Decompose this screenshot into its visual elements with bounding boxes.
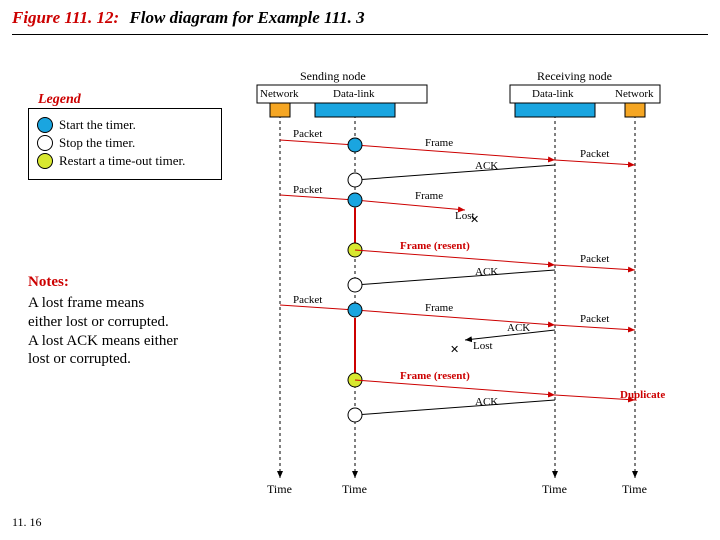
- box-datalink-left: Data-link: [333, 88, 375, 100]
- lbl-lost: Lost: [473, 340, 493, 352]
- lbl-ack: ACK: [475, 396, 498, 408]
- notes-body: A lost frame means either lost or corrup…: [28, 294, 208, 369]
- lbl-frame-resent: Frame (resent): [400, 370, 470, 382]
- lbl-packet: Packet: [293, 184, 322, 196]
- legend-row-start: Start the timer.: [37, 117, 213, 133]
- page-number: 11. 16: [12, 515, 42, 530]
- lbl-ack: ACK: [475, 266, 498, 278]
- lbl-time: Time: [267, 482, 292, 497]
- lbl-frame: Frame: [415, 190, 443, 202]
- box-network-left: Network: [260, 88, 299, 100]
- legend-row-stop: Stop the timer.: [37, 135, 213, 151]
- notes-line: A lost ACK means either: [28, 333, 178, 349]
- timer-start-icon: [37, 117, 53, 133]
- notes-line: either lost or corrupted.: [28, 314, 169, 330]
- lbl-frame-resent: Frame (resent): [400, 240, 470, 252]
- lbl-ack: ACK: [475, 160, 498, 172]
- notes-line: lost or corrupted.: [28, 351, 131, 367]
- header-receiving: Receiving node: [537, 69, 612, 84]
- box-network-right: Network: [615, 88, 654, 100]
- notes-title: Notes:: [28, 274, 69, 291]
- lbl-frame: Frame: [425, 137, 453, 149]
- diagram-svg: ✕ ✕: [225, 60, 695, 500]
- timer-restart-icon: [37, 153, 53, 169]
- lbl-packet: Packet: [293, 128, 322, 140]
- legend-label: Restart a time-out timer.: [59, 153, 185, 169]
- notes-line: A lost frame means: [28, 295, 144, 311]
- lbl-packet: Packet: [580, 148, 609, 160]
- legend-label: Stop the timer.: [59, 135, 135, 151]
- lbl-time: Time: [342, 482, 367, 497]
- lbl-packet: Packet: [580, 253, 609, 265]
- legend-row-restart: Restart a time-out timer.: [37, 153, 213, 169]
- legend-title: Legend: [38, 92, 81, 108]
- figure-caption: Flow diagram for Example 111. 3: [129, 8, 364, 27]
- legend-box: Start the timer. Stop the timer. Restart…: [28, 108, 222, 180]
- figure-number: Figure 111. 12:: [12, 8, 119, 27]
- lbl-time: Time: [542, 482, 567, 497]
- timer-stop-icon: [37, 135, 53, 151]
- title-underline: [12, 34, 708, 35]
- svg-text:✕: ✕: [450, 344, 459, 356]
- lbl-duplicate: Duplicate: [620, 389, 665, 401]
- lbl-ack: ACK: [507, 322, 530, 334]
- lbl-packet: Packet: [580, 313, 609, 325]
- figure-title: Figure 111. 12: Flow diagram for Example…: [12, 8, 365, 28]
- header-sending: Sending node: [300, 69, 366, 84]
- box-datalink-right: Data-link: [532, 88, 574, 100]
- legend-label: Start the timer.: [59, 117, 136, 133]
- flow-diagram: ✕ ✕ Sending node Receiving node Network …: [225, 60, 695, 500]
- lbl-frame: Frame: [425, 302, 453, 314]
- lbl-time: Time: [622, 482, 647, 497]
- lbl-lost: Lost: [455, 210, 475, 222]
- lbl-packet: Packet: [293, 294, 322, 306]
